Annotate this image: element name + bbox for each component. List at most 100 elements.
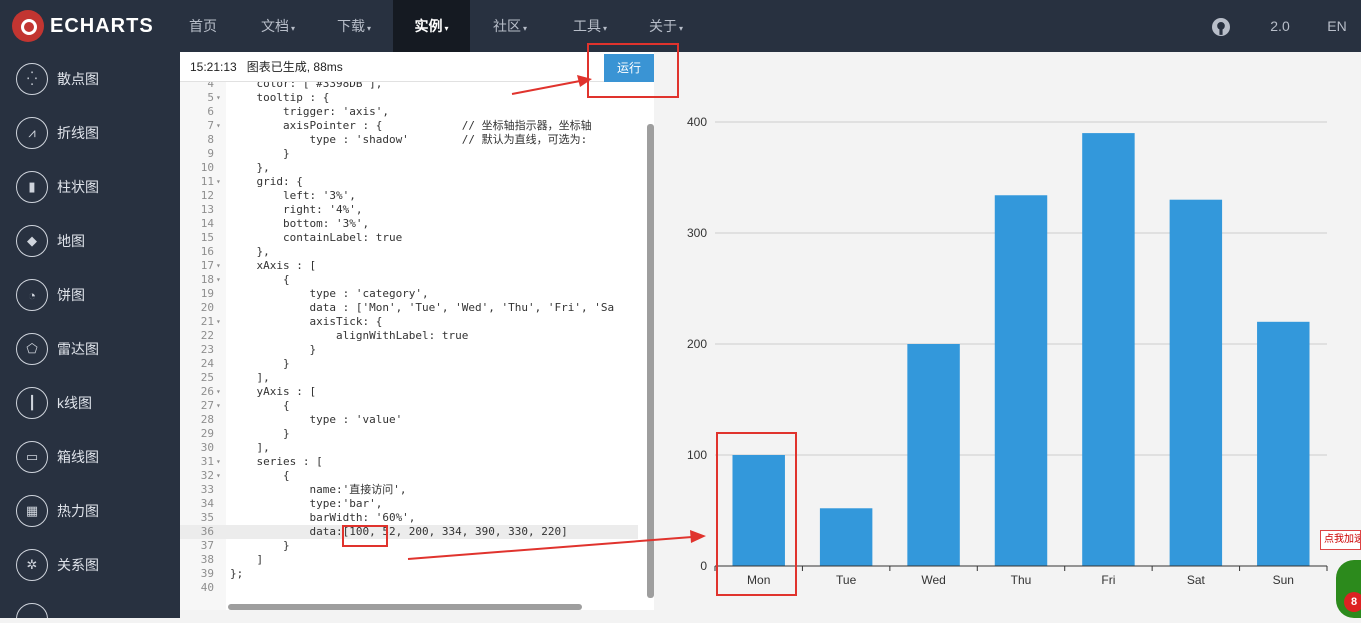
line-number: 34 [200,497,214,510]
line-number: 12 [200,189,214,202]
github-link[interactable] [1206,0,1236,52]
x-tick-label: Fri [1101,573,1115,587]
sidebar-item-scatter[interactable]: ⁛ 散点图 [0,52,180,106]
code-line[interactable]: 17 ▾ xAxis : [ [180,259,638,273]
code-line[interactable]: 25 ], [180,371,638,385]
bar[interactable] [994,195,1048,566]
fold-toggle-icon[interactable]: ▾ [216,385,221,399]
code-line[interactable]: 34 type:'bar', [180,497,638,511]
code-line[interactable]: 16 }, [180,245,638,259]
code-line[interactable]: 27 ▾ { [180,399,638,413]
line-number: 23 [200,343,214,356]
line-number: 37 [200,539,214,552]
code-line[interactable]: 39}; [180,567,638,581]
line-number: 36 [200,525,214,538]
bar[interactable] [1257,321,1310,566]
annotation-box-mon-bar [716,432,797,596]
code-line[interactable]: 30 ], [180,441,638,455]
code-text: yAxis : [ [230,385,317,398]
sidebar-item-pie[interactable]: ◔ 饼图 [0,268,180,322]
y-tick-label: 400 [687,115,707,129]
fold-toggle-icon[interactable]: ▾ [216,315,221,329]
code-line[interactable]: 21 ▾ axisTick: { [180,315,638,329]
nav-community[interactable]: 社区 ▾ [480,0,540,52]
code-line[interactable]: 24 } [180,357,638,371]
code-text: } [230,539,290,552]
pie-chart-icon: ◔ [16,279,48,311]
fold-toggle-icon[interactable]: ▾ [216,259,221,273]
nav-docs[interactable]: 文档 ▾ [248,0,308,52]
code-line[interactable]: 20 data : ['Mon', 'Tue', 'Wed', 'Thu', '… [180,301,638,315]
sidebar-item-bar[interactable]: ▮ 柱状图 [0,160,180,214]
code-text: } [230,147,290,160]
code-line[interactable]: 7 ▾ axisPointer : { // 坐标轴指示器，坐标轴 [180,119,638,133]
bar[interactable] [907,344,960,566]
sidebar-item-more[interactable] [0,592,180,618]
code-line[interactable]: 11 ▾ grid: { [180,175,638,189]
code-line[interactable]: 13 right: '4%', [180,203,638,217]
fold-toggle-icon[interactable]: ▾ [216,455,221,469]
line-number: 31 [200,455,214,468]
code-line[interactable]: 23 } [180,343,638,357]
echarts-logo-icon [12,10,44,42]
sidebar-item-candlestick[interactable]: ┃ k线图 [0,376,180,430]
annotation-arrow [407,530,706,560]
nav-examples[interactable]: 实例 ▾ [393,0,470,52]
annotation-box-run [587,43,679,98]
code-line[interactable]: 18 ▾ { [180,273,638,287]
code-line[interactable]: 26 ▾ yAxis : [ [180,385,638,399]
code-line[interactable]: 6 trigger: 'axis', [180,105,638,119]
sidebar-item-line[interactable]: ⩘ 折线图 [0,106,180,160]
bar[interactable] [1169,199,1223,566]
sidebar-item-map[interactable]: ◆ 地图 [0,214,180,268]
code-line[interactable]: 35 barWidth: '60%', [180,511,638,525]
code-line[interactable]: 19 type : 'category', [180,287,638,301]
sidebar-item-boxplot[interactable]: ▭ 箱线图 [0,430,180,484]
nav-download[interactable]: 下载 ▾ [324,0,384,52]
bar[interactable] [1082,133,1135,566]
sidebar-item-radar[interactable]: ⬠ 雷达图 [0,322,180,376]
horizontal-scrollbar[interactable] [228,604,582,610]
code-line[interactable]: 14 bottom: '3%', [180,217,638,231]
line-number: 30 [200,441,214,454]
chevron-down-icon: ▾ [522,24,527,33]
sidebar-item-graph[interactable]: ✲ 关系图 [0,538,180,592]
code-line[interactable]: 15 containLabel: true [180,231,638,245]
code-line[interactable]: 12 left: '3%', [180,189,638,203]
fold-toggle-icon[interactable]: ▾ [216,469,221,483]
code-line[interactable]: 28 type : 'value' [180,413,638,427]
bar[interactable] [819,508,873,566]
code-text: alignWithLabel: true [230,329,469,342]
code-text: }, [230,245,270,258]
line-number: 11 [200,175,214,188]
fold-toggle-icon[interactable]: ▾ [216,91,221,105]
code-line[interactable]: 29 } [180,427,638,441]
sidebar-item-heatmap[interactable]: ▦ 热力图 [0,484,180,538]
code-text: series : [ [230,455,323,468]
nav-home[interactable]: 首页 [180,0,226,52]
y-tick-label: 200 [687,337,707,351]
fold-toggle-icon[interactable]: ▾ [216,119,221,133]
code-text: { [230,399,290,412]
code-text: { [230,469,290,482]
code-line[interactable]: 32 ▾ { [180,469,638,483]
code-line[interactable]: 10 }, [180,161,638,175]
language-switch[interactable]: EN [1322,0,1352,52]
code-line[interactable]: 22 alignWithLabel: true [180,329,638,343]
fold-toggle-icon[interactable]: ▾ [216,273,221,287]
code-text: type : 'shadow' // 默认为直线，可选为: [230,133,588,146]
echarts-logo[interactable]: ECHARTS [12,10,154,42]
code-line[interactable]: 8 type : 'shadow' // 默认为直线，可选为: [180,133,638,147]
line-number: 16 [200,245,214,258]
fold-toggle-icon[interactable]: ▾ [216,175,221,189]
fold-toggle-icon[interactable]: ▾ [216,399,221,413]
version-link[interactable]: 2.0 [1262,0,1298,52]
nav-examples-label: 实例 [414,18,443,34]
line-number: 14 [200,217,214,230]
code-line[interactable]: 33 name:'直接访问', [180,483,638,497]
line-number: 5 [207,91,214,104]
code-line[interactable]: 31 ▾ series : [ [180,455,638,469]
speedup-badge[interactable]: 点我加速 [1320,530,1361,550]
code-line[interactable]: 9 } [180,147,638,161]
code-line[interactable]: 40 [180,581,638,595]
